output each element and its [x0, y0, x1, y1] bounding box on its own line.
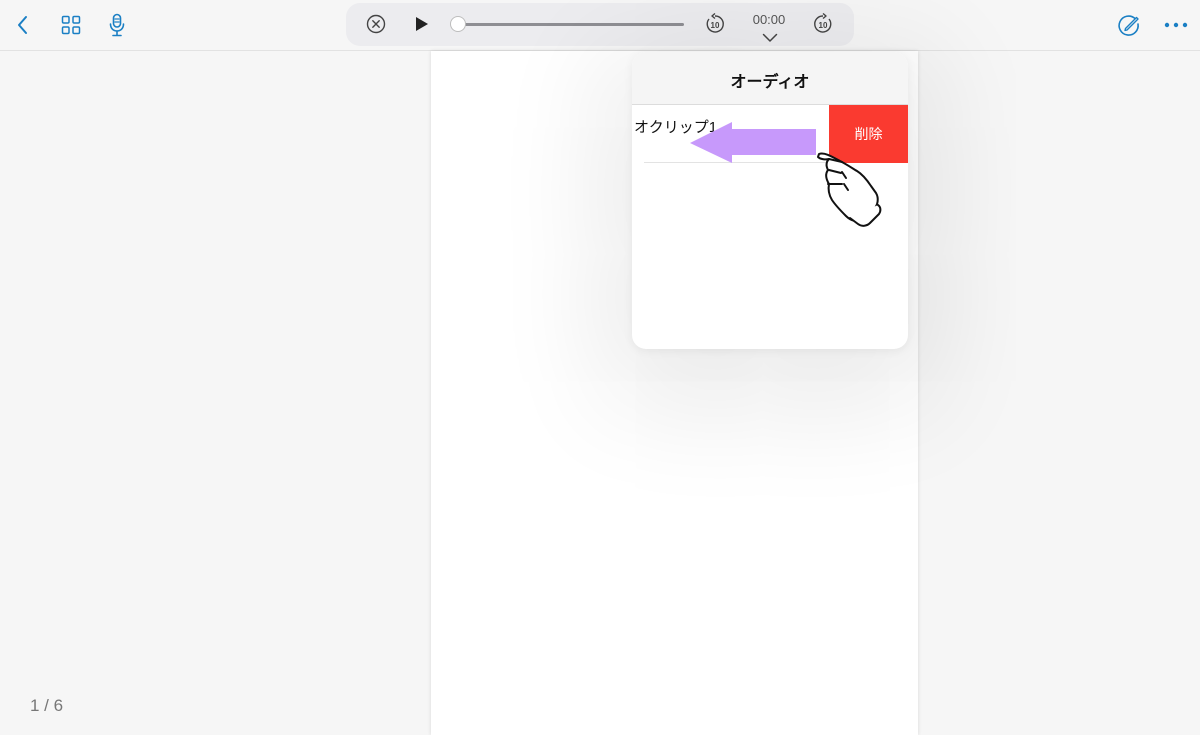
- progress-thumb[interactable]: [450, 16, 466, 32]
- row-divider: [644, 162, 830, 163]
- close-circle-icon: [366, 14, 386, 34]
- top-toolbar: 10 00:00 10: [0, 0, 1200, 51]
- delete-button[interactable]: 削除: [829, 105, 908, 163]
- microphone-button[interactable]: [102, 10, 132, 40]
- time-dropdown-toggle[interactable]: [762, 28, 778, 47]
- skip-forward-10-icon: 10: [814, 13, 832, 33]
- more-options-button[interactable]: [1161, 10, 1191, 40]
- play-icon: [416, 17, 428, 31]
- grid-view-button[interactable]: [56, 10, 86, 40]
- chevron-down-icon: [762, 33, 778, 42]
- skip-forward-button[interactable]: 10: [810, 11, 836, 37]
- pencil-button[interactable]: [1114, 10, 1144, 40]
- popover-header: オーディオ: [632, 52, 908, 105]
- microphone-icon: [109, 13, 125, 37]
- playback-time: 00:00: [752, 12, 786, 27]
- pencil-circle-icon: [1118, 15, 1139, 36]
- skip-back-label: 10: [711, 21, 720, 30]
- back-button[interactable]: [8, 10, 38, 40]
- skip-back-10-icon: 10: [706, 13, 724, 33]
- page-counter: 1 / 6: [30, 696, 64, 715]
- close-player-button[interactable]: [363, 11, 389, 37]
- audio-player-bar: 10 00:00 10: [346, 3, 854, 46]
- clip-name: オクリップ1: [634, 119, 718, 136]
- play-button[interactable]: [409, 11, 435, 37]
- audio-popover: オーディオ オクリップ1 削除: [632, 52, 908, 349]
- skip-back-button[interactable]: 10: [702, 11, 728, 37]
- chevron-left-icon: [18, 16, 27, 34]
- progress-track[interactable]: [458, 23, 684, 26]
- popover-title: オーディオ: [730, 74, 810, 91]
- grid-icon: [61, 15, 81, 35]
- skip-forward-label: 10: [819, 21, 828, 30]
- ellipsis-icon: [1164, 22, 1188, 28]
